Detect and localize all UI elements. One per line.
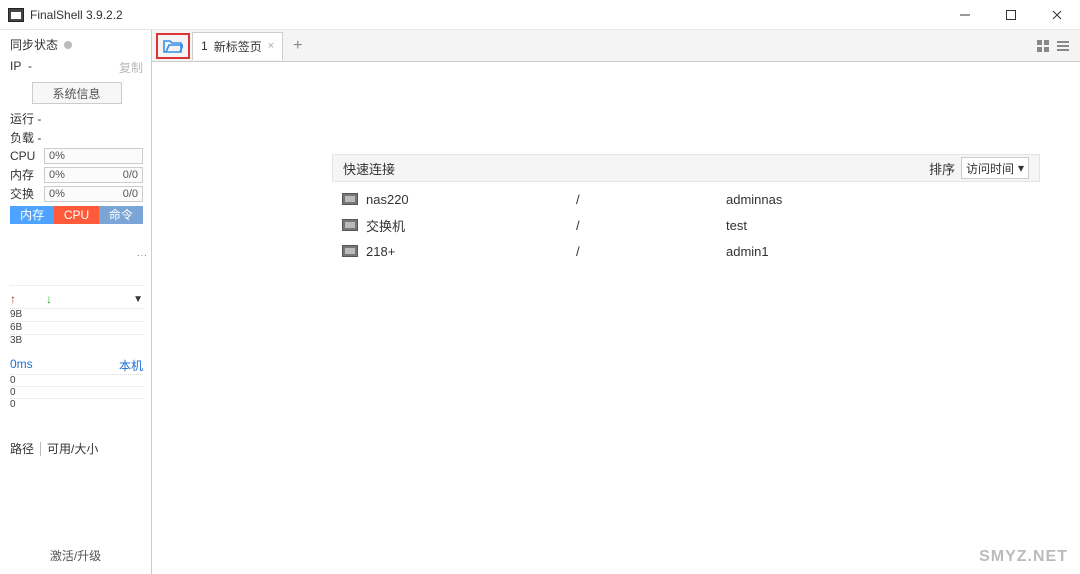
minimize-button[interactable] [942, 0, 988, 30]
list-view-icon[interactable] [1054, 38, 1072, 54]
quick-connect-header: 快速连接 排序 访问时间 ▾ [332, 154, 1040, 182]
tab-cpu[interactable]: CPU [54, 206, 98, 224]
sync-status-dot [64, 41, 72, 49]
mini-graph: ⋮ [10, 226, 143, 286]
swap-label: 交换 [10, 185, 40, 202]
load-label: 负载 [10, 131, 34, 145]
copy-button[interactable]: 复制 [119, 59, 143, 76]
tab-memory[interactable]: 内存 [10, 206, 54, 224]
load-value: - [37, 131, 41, 145]
connection-row[interactable]: nas220 / adminnas [332, 186, 1040, 212]
tab-command[interactable]: 命令 [99, 206, 143, 224]
runtime-value: - [37, 112, 41, 126]
net-ticks: 9B 6B 3B [10, 308, 143, 347]
sidebar-tabs: 内存 CPU 命令 [10, 206, 143, 224]
sidebar: 同步状态 IP - 复制 系统信息 运行 - 负载 - CPU 0% 内存 0%… [0, 30, 152, 574]
ip-label: IP [10, 59, 21, 73]
tab-title: 新标签页 [214, 38, 262, 55]
quick-connect-label: 快速连接 [343, 159, 395, 178]
sort-label: 排序 [929, 159, 955, 178]
tab-index: 1 [201, 39, 208, 53]
swap-meter: 0%0/0 [44, 186, 143, 202]
maximize-button[interactable] [988, 0, 1034, 30]
connection-row[interactable]: 218+ / admin1 [332, 238, 1040, 264]
connection-list: nas220 / adminnas 交换机 / test 218+ / admi… [332, 186, 1040, 264]
avail-label: 可用/大小 [47, 440, 98, 457]
ping-host[interactable]: 本机 [119, 357, 143, 374]
chevron-down-icon: ▾ [1018, 161, 1024, 175]
path-label: 路径 [10, 440, 34, 457]
mem-label: 内存 [10, 166, 40, 183]
ping-ticks: 0 0 0 [10, 374, 143, 410]
runtime-label: 运行 [10, 112, 34, 126]
content-panel: 快速连接 排序 访问时间 ▾ nas220 / adminnas [152, 62, 1080, 574]
app-icon [8, 8, 24, 22]
divider [40, 442, 41, 456]
dropdown-icon[interactable]: ▼ [133, 294, 143, 305]
download-arrow-icon: ↓ [46, 292, 52, 306]
activate-link[interactable]: 激活/升级 [0, 547, 151, 564]
upload-arrow-icon: ↑ [10, 292, 16, 306]
terminal-icon [342, 245, 358, 257]
watermark: SMYZ.NET [979, 548, 1068, 566]
system-info-button[interactable]: 系统信息 [32, 82, 122, 104]
close-button[interactable] [1034, 0, 1080, 30]
close-tab-icon[interactable]: × [268, 40, 274, 52]
sort-value: 访问时间 [966, 160, 1014, 177]
connections-folder-button[interactable] [156, 33, 190, 59]
ping-ms: 0ms [10, 357, 33, 374]
ip-value: - [28, 59, 32, 73]
main-area: 1 新标签页 × + 快速连接 排序 访问时间 ▾ [152, 30, 1080, 574]
cpu-meter: 0% [44, 148, 143, 164]
add-tab-button[interactable]: + [293, 37, 302, 55]
tab-bar: 1 新标签页 × + [152, 30, 1080, 62]
sync-status-label: 同步状态 [10, 36, 58, 53]
sort-select[interactable]: 访问时间 ▾ [961, 157, 1029, 179]
terminal-icon [342, 219, 358, 231]
connection-row[interactable]: 交换机 / test [332, 212, 1040, 238]
terminal-icon [342, 193, 358, 205]
grid-view-icon[interactable] [1034, 38, 1052, 54]
titlebar: FinalShell 3.9.2.2 [0, 0, 1080, 30]
cpu-label: CPU [10, 149, 40, 163]
page-tab[interactable]: 1 新标签页 × [192, 32, 283, 60]
mem-meter: 0%0/0 [44, 167, 143, 183]
window-title: FinalShell 3.9.2.2 [30, 8, 123, 22]
